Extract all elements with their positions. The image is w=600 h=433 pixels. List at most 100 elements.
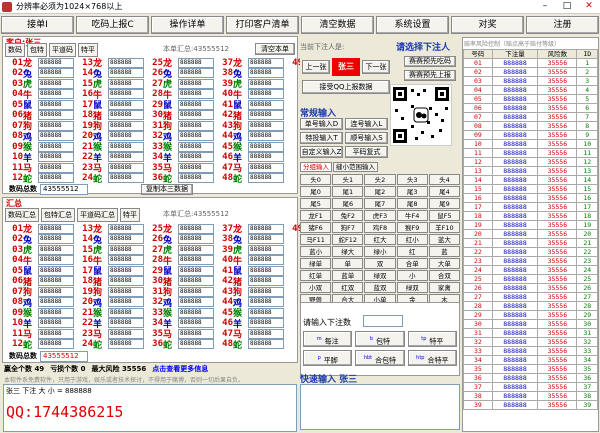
summary-amount-input[interactable]: 888888 bbox=[178, 286, 214, 297]
summary-amount-input[interactable]: 888888 bbox=[248, 297, 284, 307]
keypad-button[interactable]: 大单 bbox=[428, 258, 460, 269]
order-amount-input[interactable]: 888888 bbox=[38, 173, 74, 183]
order-amount-input[interactable]: 888888 bbox=[178, 141, 214, 152]
summary-tab-1[interactable]: 包特汇总 bbox=[41, 208, 75, 222]
keypad-button[interactable]: 头3 bbox=[396, 174, 428, 185]
keypad-button[interactable]: 头0 bbox=[300, 174, 332, 185]
order-text-area[interactable]: 张三 下注 大 小 = 888888 QQ:1744386215 bbox=[3, 384, 297, 432]
risk-row[interactable]: 17 888888 35556 17 bbox=[463, 202, 598, 212]
risk-row[interactable]: 25 888888 35556 25 bbox=[463, 274, 598, 284]
order-amount-input[interactable]: 888888 bbox=[38, 162, 74, 173]
order-tab-3[interactable]: 特平 bbox=[78, 43, 98, 57]
order-amount-input[interactable]: 888888 bbox=[248, 78, 284, 89]
risk-row[interactable]: 15 888888 35556 15 bbox=[463, 184, 598, 194]
order-amount-input[interactable]: 888888 bbox=[108, 68, 144, 78]
order-amount-input[interactable]: 888888 bbox=[248, 131, 284, 141]
keypad-button[interactable]: 兔F2 bbox=[332, 210, 364, 221]
order-amount-input[interactable]: 888888 bbox=[108, 141, 144, 152]
summary-amount-input[interactable]: 888888 bbox=[108, 307, 144, 318]
keypad-button[interactable]: 猴F9 bbox=[396, 222, 428, 233]
summary-amount-input[interactable]: 888888 bbox=[248, 318, 284, 328]
risk-row[interactable]: 38 888888 35556 38 bbox=[463, 391, 598, 401]
summary-amount-input[interactable]: 888888 bbox=[248, 265, 284, 276]
order-amount-input[interactable]: 888888 bbox=[178, 120, 214, 131]
risk-row[interactable]: 19 888888 35556 19 bbox=[463, 220, 598, 230]
keypad-button[interactable]: 鼠F5 bbox=[428, 210, 460, 221]
order-amount-input[interactable]: 888888 bbox=[248, 162, 284, 173]
summary-amount-input[interactable]: 888888 bbox=[178, 265, 214, 276]
common-input-button-5[interactable]: 平码复式 bbox=[345, 146, 388, 158]
order-amount-input[interactable]: 888888 bbox=[248, 99, 284, 110]
order-amount-input[interactable]: 888888 bbox=[38, 99, 74, 110]
risk-row[interactable]: 24 888888 35556 24 bbox=[463, 265, 598, 275]
order-amount-input[interactable]: 888888 bbox=[108, 99, 144, 110]
summary-amount-input[interactable]: 888888 bbox=[38, 223, 74, 234]
order-tab-0[interactable]: 数码 bbox=[5, 43, 25, 57]
bet-button-1[interactable]: b 包特 bbox=[355, 331, 405, 347]
order-amount-input[interactable]: 888888 bbox=[248, 110, 284, 120]
risk-row[interactable]: 36 888888 35556 36 bbox=[463, 373, 598, 383]
keypad-button[interactable]: 尾2 bbox=[364, 186, 396, 197]
keypad-button[interactable]: 尾3 bbox=[396, 186, 428, 197]
order-amount-input[interactable]: 888888 bbox=[248, 141, 284, 152]
risk-row[interactable]: 21 888888 35556 21 bbox=[463, 238, 598, 248]
order-amount-input[interactable]: 888888 bbox=[248, 173, 284, 183]
keypad-button[interactable]: 尾8 bbox=[396, 198, 428, 209]
risk-row[interactable]: 31 888888 35556 31 bbox=[463, 328, 598, 338]
keypad-button[interactable]: 尾6 bbox=[332, 198, 364, 209]
summary-amount-input[interactable]: 888888 bbox=[178, 297, 214, 307]
keypad-button[interactable]: 尾4 bbox=[428, 186, 460, 197]
risk-row[interactable]: 33 888888 35556 33 bbox=[463, 346, 598, 356]
summary-amount-input[interactable]: 888888 bbox=[108, 265, 144, 276]
summary-amount-input[interactable]: 888888 bbox=[38, 307, 74, 318]
keypad-button[interactable]: 龙F1 bbox=[300, 210, 332, 221]
order-amount-input[interactable]: 888888 bbox=[178, 78, 214, 89]
menu-item-6[interactable]: 对奖 bbox=[451, 16, 524, 34]
risk-row[interactable]: 35 888888 35556 35 bbox=[463, 364, 598, 374]
summary-amount-input[interactable]: 888888 bbox=[38, 318, 74, 328]
order-amount-input[interactable]: 888888 bbox=[108, 152, 144, 162]
summary-amount-input[interactable]: 888888 bbox=[38, 244, 74, 255]
summary-tab-0[interactable]: 数码汇总 bbox=[5, 208, 39, 222]
bet-amount-input[interactable] bbox=[363, 315, 403, 327]
order-amount-input[interactable]: 888888 bbox=[108, 78, 144, 89]
keypad-button[interactable]: 虎F3 bbox=[364, 210, 396, 221]
close-button[interactable]: ✕ bbox=[578, 0, 600, 13]
menu-item-4[interactable]: 清空数据 bbox=[301, 16, 374, 34]
keypad-button[interactable]: 合双 bbox=[428, 270, 460, 281]
risk-row[interactable]: 39 888888 35556 39 bbox=[463, 400, 598, 410]
keypad-button[interactable]: 小双 bbox=[300, 282, 332, 293]
order-amount-input[interactable]: 888888 bbox=[178, 152, 214, 162]
keypad-button[interactable]: 蓝单 bbox=[332, 270, 364, 281]
summary-amount-input[interactable]: 888888 bbox=[108, 297, 144, 307]
order-amount-input[interactable]: 888888 bbox=[38, 120, 74, 131]
bet-button-2[interactable]: tp 特平 bbox=[407, 331, 457, 347]
risk-row[interactable]: 01 888888 35556 1 bbox=[463, 58, 598, 68]
order-amount-input[interactable]: 888888 bbox=[248, 68, 284, 78]
order-amount-input[interactable]: 888888 bbox=[38, 110, 74, 120]
order-amount-input[interactable]: 888888 bbox=[178, 173, 214, 183]
more-info-link[interactable]: 点击查看更多信息 bbox=[152, 364, 208, 374]
summary-amount-input[interactable]: 888888 bbox=[38, 265, 74, 276]
risk-row[interactable]: 12 888888 35556 12 bbox=[463, 157, 598, 167]
risk-row[interactable]: 03 888888 35556 3 bbox=[463, 76, 598, 86]
summary-amount-input[interactable]: 888888 bbox=[178, 234, 214, 244]
next-button[interactable]: 下一张 bbox=[362, 60, 390, 74]
summary-amount-input[interactable]: 888888 bbox=[248, 286, 284, 297]
order-amount-input[interactable]: 888888 bbox=[38, 57, 74, 68]
menu-item-3[interactable]: 打印客户清单 bbox=[226, 16, 299, 34]
keypad-button[interactable]: 蓝双 bbox=[364, 282, 396, 293]
menu-item-1[interactable]: 吃码上报C bbox=[76, 16, 149, 34]
order-tab-2[interactable]: 平道码 bbox=[49, 43, 76, 57]
order-amount-input[interactable]: 888888 bbox=[178, 57, 214, 68]
order-amount-input[interactable]: 888888 bbox=[38, 68, 74, 78]
risk-row[interactable]: 09 888888 35556 9 bbox=[463, 130, 598, 140]
order-amount-input[interactable]: 888888 bbox=[38, 131, 74, 141]
keypad-button[interactable]: 蓝大 bbox=[428, 234, 460, 245]
bet-button-4[interactable]: hbt 合包特 bbox=[355, 350, 405, 366]
order-amount-input[interactable]: 888888 bbox=[178, 68, 214, 78]
keypad-button[interactable]: 红单 bbox=[300, 270, 332, 281]
risk-row[interactable]: 22 888888 35556 22 bbox=[463, 247, 598, 257]
order-tab-1[interactable]: 包特 bbox=[27, 43, 47, 57]
keypad-button[interactable]: 尾5 bbox=[300, 198, 332, 209]
